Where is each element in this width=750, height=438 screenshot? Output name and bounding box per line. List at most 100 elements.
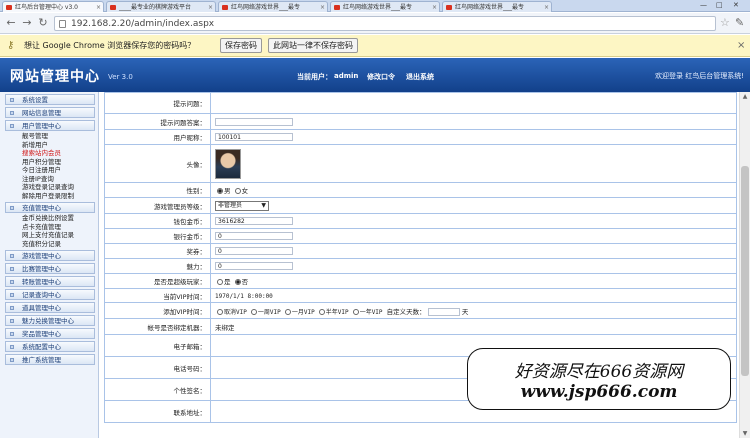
vip-halfyear-radio[interactable] xyxy=(318,308,325,315)
wrench-menu-icon[interactable]: ✎ xyxy=(735,16,744,30)
close-tab-icon[interactable]: × xyxy=(432,2,437,12)
vip-week-radio[interactable] xyxy=(250,308,257,315)
sidebar-group-site-info[interactable]: 网站信息管理 xyxy=(5,107,95,118)
sidebar-group-records[interactable]: 记录查询中心 xyxy=(5,289,95,300)
minimize-icon[interactable]: — xyxy=(700,0,707,11)
vip-cancel-label: 取消VIP xyxy=(224,308,247,316)
sidebar-group-recharge[interactable]: 充值管理中心 xyxy=(5,202,95,213)
lottery-label: 奖券： xyxy=(104,243,211,259)
change-password-link[interactable]: 修改口令 xyxy=(367,72,395,82)
bank-input[interactable]: 0 xyxy=(215,232,293,240)
machine-lock-value: 未绑定 xyxy=(210,318,737,335)
forward-arrow-icon[interactable]: → xyxy=(20,16,34,30)
scrollbar-thumb[interactable] xyxy=(741,166,749,376)
admin-level-label: 游戏管理员等级： xyxy=(104,197,211,214)
admin-level-select[interactable]: 非管理员 ▼ xyxy=(215,200,269,211)
bullet-icon xyxy=(10,111,14,115)
sidebar-group-games[interactable]: 游戏管理中心 xyxy=(5,250,95,261)
avatar[interactable] xyxy=(215,148,241,179)
sidebar-group-props[interactable]: 道具管理中心 xyxy=(5,302,95,313)
wallet-input[interactable]: 3616282 xyxy=(215,217,293,225)
back-arrow-icon[interactable]: ← xyxy=(4,16,18,30)
browser-tab-admin[interactable]: 红鸟后台管理中心 v3.0 × xyxy=(2,1,104,12)
form-row: 钱包金币： 3616282 xyxy=(104,213,737,229)
super-player-label: 是否是超级玩家： xyxy=(104,273,211,289)
watermark: 好资源尽在666资源网 www.jsp666.com xyxy=(467,348,731,410)
sidebar-item-unlock-login[interactable]: 解除用户登录限制 xyxy=(22,192,98,201)
vip-year-radio[interactable] xyxy=(352,308,359,315)
nickname-input[interactable]: 100101 xyxy=(215,133,293,141)
vip-halfyear-label: 半年VIP xyxy=(325,308,349,316)
sidebar-item-user-points[interactable]: 用户积分管理 xyxy=(22,158,98,167)
sidebar-item-add-user[interactable]: 新增用户 xyxy=(22,141,98,150)
gender-male-radio[interactable] xyxy=(217,188,223,194)
browser-tab-strip: 红鸟后台管理中心 v3.0 × ____最专业的棋牌游戏平台 × 红鸟网络游戏世… xyxy=(0,0,750,12)
sidebar-group-system-settings[interactable]: 系统设置 xyxy=(5,94,95,105)
sidebar-group-matches[interactable]: 比赛管理中心 xyxy=(5,263,95,274)
super-no-radio[interactable] xyxy=(234,279,241,285)
sidebar-item-exchange-ratio[interactable]: 金币兑换比例设置 xyxy=(22,214,98,223)
bullet-icon xyxy=(10,319,14,323)
bullet-icon xyxy=(10,332,14,336)
scroll-down-icon[interactable]: ▼ xyxy=(740,429,750,438)
close-infobar-icon[interactable]: × xyxy=(737,39,745,52)
sidebar-group-charm-exchange[interactable]: 魅力兑换管理中心 xyxy=(5,315,95,326)
sidebar-group-system-config[interactable]: 系统配置中心 xyxy=(5,341,95,352)
browser-tab-5[interactable]: 红鸟网络游戏世界___最专 × xyxy=(442,1,552,12)
page-favicon-icon xyxy=(222,5,228,10)
browser-tab-2[interactable]: ____最专业的棋牌游戏平台 × xyxy=(106,1,216,12)
sidebar-item-online-payment[interactable]: 网上支付充值记录 xyxy=(22,231,98,240)
sidebar-group-promotion[interactable]: 推广系统管理 xyxy=(5,354,95,365)
bookmark-star-icon[interactable]: ☆ xyxy=(720,16,730,30)
save-password-button[interactable]: 保存密码 xyxy=(220,38,262,53)
maximize-icon[interactable]: □ xyxy=(716,0,723,11)
browser-tab-3[interactable]: 红鸟网络游戏世界___最专 × xyxy=(218,1,328,12)
close-tab-icon[interactable]: × xyxy=(320,2,325,12)
lottery-input[interactable]: 0 xyxy=(215,247,293,255)
page-favicon-icon xyxy=(334,5,340,10)
add-vip-label: 添加VIP时间： xyxy=(104,302,211,319)
sidebar-item-card-recharge[interactable]: 点卡充值管理 xyxy=(22,223,98,232)
sidebar-item-register-ip[interactable]: 注册IP查询 xyxy=(22,175,98,184)
sidebar-item-recharge-points[interactable]: 充值积分记录 xyxy=(22,240,98,249)
charm-input[interactable]: 0 xyxy=(215,262,293,270)
address-bar[interactable]: 192.168.2.20/admin/index.aspx xyxy=(54,16,716,31)
sidebar-group-user-management[interactable]: 用户管理中心 xyxy=(5,120,95,131)
sidebar-item-vip-numbers[interactable]: 靓号管理 xyxy=(22,132,98,141)
super-yes-radio[interactable] xyxy=(217,279,223,285)
bullet-icon xyxy=(10,124,14,128)
close-window-icon[interactable]: ✕ xyxy=(733,0,739,11)
bullet-icon xyxy=(10,267,14,271)
sidebar-item-login-records[interactable]: 游戏登录记录查询 xyxy=(22,183,98,192)
super-no-label: 否 xyxy=(241,278,249,286)
sidebar-item-today-registrations[interactable]: 今日注册用户 xyxy=(22,166,98,175)
bank-label: 银行金币： xyxy=(104,228,211,244)
never-save-password-button[interactable]: 此网站一律不保存密码 xyxy=(268,38,358,53)
vip-cancel-radio[interactable] xyxy=(217,308,223,315)
browser-tab-4[interactable]: 红鸟网络游戏世界___最专 × xyxy=(330,1,440,12)
form-row: 提示问题： xyxy=(104,92,737,114)
close-tab-icon[interactable]: × xyxy=(208,2,213,12)
bullet-icon xyxy=(10,98,14,102)
dropdown-arrow-icon: ▼ xyxy=(261,201,266,209)
answer-input[interactable] xyxy=(215,117,293,126)
custom-days-input[interactable] xyxy=(427,307,460,316)
custom-days-label: 自定义天数： xyxy=(386,307,426,316)
logout-link[interactable]: 退出系统 xyxy=(406,72,434,82)
avatar-label: 头像： xyxy=(104,144,211,183)
sidebar-group-transfers[interactable]: 转账管理中心 xyxy=(5,276,95,287)
page-favicon-icon xyxy=(446,5,452,10)
form-row: 添加VIP时间： 取消VIP 一周VIP 一月VIP 半年VIP 一年VIP 自… xyxy=(104,302,737,319)
site-version: Ver 3.0 xyxy=(108,73,133,81)
reload-icon[interactable]: ↻ xyxy=(36,16,50,30)
bullet-icon xyxy=(10,280,14,284)
close-tab-icon[interactable]: × xyxy=(96,2,101,12)
days-unit: 天 xyxy=(461,307,469,316)
close-tab-icon[interactable]: × xyxy=(544,2,549,12)
sidebar-group-prizes[interactable]: 奖品管理中心 xyxy=(5,328,95,339)
vip-month-radio[interactable] xyxy=(284,308,291,315)
gender-female-radio[interactable] xyxy=(234,188,241,194)
page-scrollbar[interactable]: ▲ ▼ xyxy=(739,92,750,438)
sidebar-item-search-members[interactable]: 搜索站内会员 xyxy=(22,149,98,158)
scroll-up-icon[interactable]: ▲ xyxy=(740,92,750,101)
